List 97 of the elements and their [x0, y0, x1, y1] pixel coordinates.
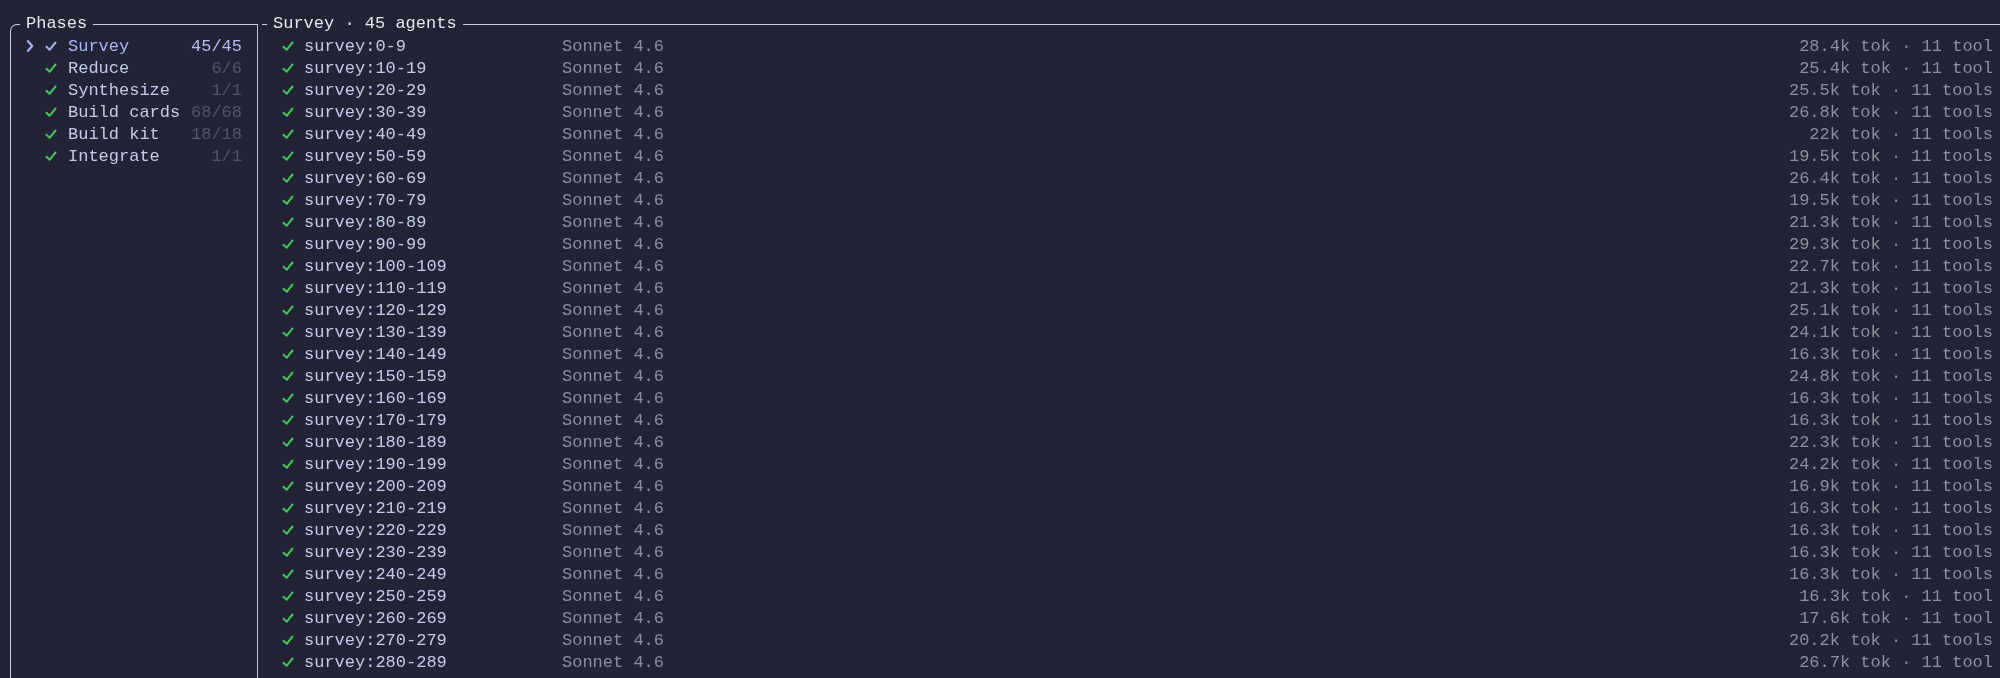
agent-stats: 21.3k tok · 11 tools [1787, 212, 1993, 232]
agent-stats: 25.1k tok · 11 tools [1787, 300, 1993, 320]
agent-model: Sonnet 4.6 [562, 168, 665, 188]
agent-model: Sonnet 4.6 [562, 542, 665, 562]
agent-stats: 17.6k tok · 11 tool [1798, 608, 1993, 628]
agent-stats: 24.8k tok · 11 tools [1787, 366, 1993, 386]
agent-name: survey:70-79 [304, 190, 428, 210]
agent-stats: 26.8k tok · 11 tools [1787, 102, 1993, 122]
agent-stats: 22k tok · 11 tools [1808, 124, 1993, 144]
agent-name: survey:220-229 [304, 520, 448, 540]
phase-name[interactable]: Build cards [68, 102, 191, 122]
selection-chevron-icon [26, 40, 34, 52]
agent-model: Sonnet 4.6 [562, 124, 665, 144]
agent-stats: 21.3k tok · 11 tools [1787, 278, 1993, 298]
agent-model: Sonnet 4.6 [562, 432, 665, 452]
agent-stats: 28.4k tok · 11 tool [1798, 36, 1993, 56]
agent-stats: 19.5k tok · 11 tools [1787, 190, 1993, 210]
agent-name: survey:160-169 [304, 388, 448, 408]
agent-stats: 29.3k tok · 11 tools [1787, 234, 1993, 254]
phase-name[interactable]: Reduce [68, 58, 212, 78]
agent-name: survey:280-289 [304, 652, 448, 672]
agent-stats: 16.3k tok · 11 tools [1787, 388, 1993, 408]
agent-model: Sonnet 4.6 [562, 322, 665, 342]
agent-model: Sonnet 4.6 [562, 454, 665, 474]
agent-model: Sonnet 4.6 [562, 630, 665, 650]
agent-name: survey:0-9 [304, 36, 408, 56]
agent-model: Sonnet 4.6 [562, 102, 665, 122]
agent-name: survey:90-99 [304, 234, 428, 254]
agent-stats: 26.7k tok · 11 tool [1798, 652, 1993, 672]
agent-stats: 16.3k tok · 11 tool [1798, 586, 1993, 606]
agent-model: Sonnet 4.6 [562, 300, 665, 320]
agent-stats: 19.5k tok · 11 tools [1787, 146, 1993, 166]
agent-stats: 16.3k tok · 11 tools [1787, 520, 1993, 540]
agent-name: survey:140-149 [304, 344, 448, 364]
phase-name[interactable]: Synthesize [68, 80, 212, 100]
agent-model: Sonnet 4.6 [562, 520, 665, 540]
agent-model: Sonnet 4.6 [562, 234, 665, 254]
agent-stats: 16.9k tok · 11 tools [1787, 476, 1993, 496]
agent-name: survey:190-199 [304, 454, 448, 474]
agent-model: Sonnet 4.6 [562, 190, 665, 210]
agent-name: survey:180-189 [304, 432, 448, 452]
agents-title: Survey · 45 agents [272, 13, 458, 35]
agent-model: Sonnet 4.6 [562, 388, 665, 408]
agent-stats: 16.3k tok · 11 tools [1787, 498, 1993, 518]
agent-stats: 25.4k tok · 11 tool [1798, 58, 1993, 78]
agent-model: Sonnet 4.6 [562, 652, 665, 672]
agent-name: survey:120-129 [304, 300, 448, 320]
agent-model: Sonnet 4.6 [562, 564, 665, 584]
agent-model: Sonnet 4.6 [562, 586, 665, 606]
phase-name[interactable]: Build kit [68, 124, 191, 144]
agent-name: survey:150-159 [304, 366, 448, 386]
agent-name: survey:170-179 [304, 410, 448, 430]
agent-name: survey:270-279 [304, 630, 448, 650]
agent-name: survey:210-219 [304, 498, 448, 518]
agent-model: Sonnet 4.6 [562, 498, 665, 518]
agent-name: survey:130-139 [304, 322, 448, 342]
agent-model: Sonnet 4.6 [562, 608, 665, 628]
agent-name: survey:10-19 [304, 58, 428, 78]
agent-name: survey:80-89 [304, 212, 428, 232]
agent-stats: 20.2k tok · 11 tools [1787, 630, 1993, 650]
phase-count: 45/45 [191, 36, 242, 56]
agent-name: survey:40-49 [304, 124, 428, 144]
agent-model: Sonnet 4.6 [562, 212, 665, 232]
agent-stats: 16.3k tok · 11 tools [1787, 410, 1993, 430]
agent-name: survey:260-269 [304, 608, 448, 628]
phase-name[interactable]: Integrate [68, 146, 212, 166]
agent-stats: 24.2k tok · 11 tools [1787, 454, 1993, 474]
agent-stats: 26.4k tok · 11 tools [1787, 168, 1993, 188]
agent-name: survey:20-29 [304, 80, 428, 100]
phase-name[interactable]: Survey [68, 36, 191, 56]
agent-model: Sonnet 4.6 [562, 278, 665, 298]
agent-stats: 16.3k tok · 11 tools [1787, 542, 1993, 562]
agent-model: Sonnet 4.6 [562, 366, 665, 386]
agent-name: survey:50-59 [304, 146, 428, 166]
agent-name: survey:60-69 [304, 168, 428, 188]
agent-name: survey:200-209 [304, 476, 448, 496]
agent-model: Sonnet 4.6 [562, 344, 665, 364]
agent-name: survey:240-249 [304, 564, 448, 584]
agent-model: Sonnet 4.6 [562, 80, 665, 100]
agent-model: Sonnet 4.6 [562, 36, 665, 56]
agent-model: Sonnet 4.6 [562, 256, 665, 276]
agent-name: survey:250-259 [304, 586, 448, 606]
agent-stats: 25.5k tok · 11 tools [1787, 80, 1993, 100]
agent-model: Sonnet 4.6 [562, 146, 665, 166]
agent-stats: 22.7k tok · 11 tools [1787, 256, 1993, 276]
agent-stats: 16.3k tok · 11 tools [1787, 344, 1993, 364]
agent-stats: 16.3k tok · 11 tools [1787, 564, 1993, 584]
agent-model: Sonnet 4.6 [562, 410, 665, 430]
agent-model: Sonnet 4.6 [562, 476, 665, 496]
agent-name: survey:100-109 [304, 256, 448, 276]
agent-model: Sonnet 4.6 [562, 58, 665, 78]
agent-stats: 22.3k tok · 11 tools [1787, 432, 1993, 452]
agent-name: survey:110-119 [304, 278, 448, 298]
agent-stats: 24.1k tok · 11 tools [1787, 322, 1993, 342]
agent-name: survey:230-239 [304, 542, 448, 562]
agent-name: survey:30-39 [304, 102, 428, 122]
phases-title: Phases [25, 13, 89, 35]
